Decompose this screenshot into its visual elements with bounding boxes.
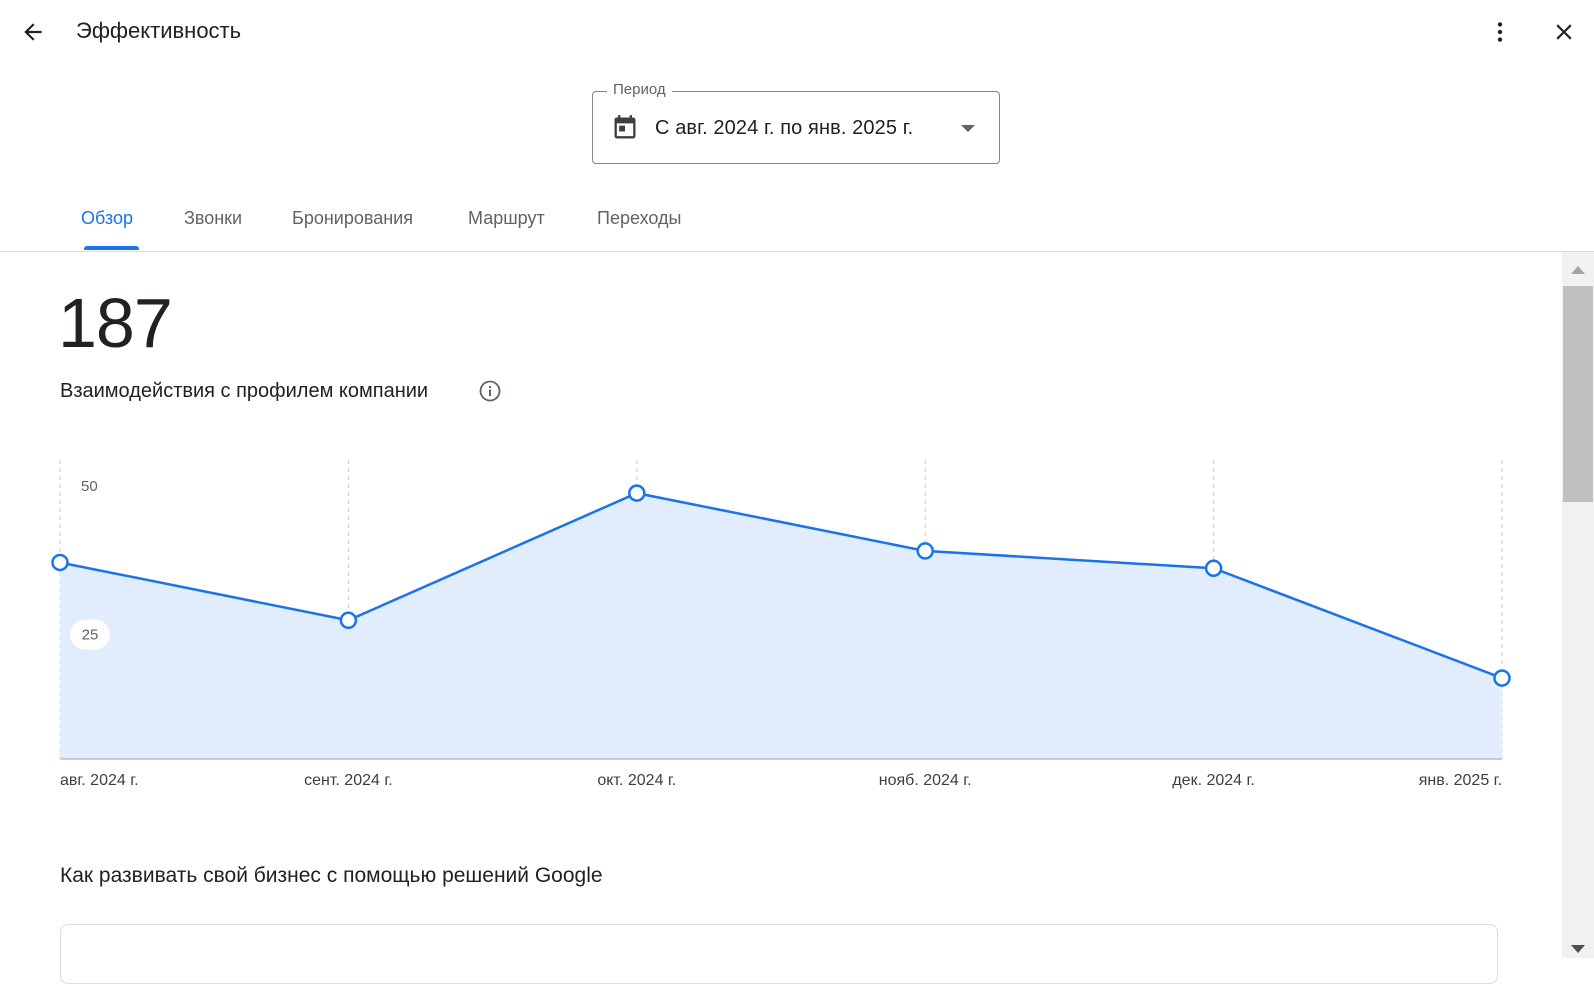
data-point-4 [1204, 559, 1223, 578]
active-tab-indicator [84, 246, 139, 250]
y-tick-label-0: 25 [82, 627, 99, 644]
series-area [60, 493, 1502, 759]
scroll-up-arrow[interactable] [1571, 266, 1585, 274]
page-title: Эффективность [76, 18, 242, 43]
y-tick-label-1: 50 [81, 478, 98, 495]
tab-calls[interactable]: Звонки [184, 208, 242, 229]
data-point-5 [1493, 669, 1511, 687]
tab-bar: Обзор Звонки Бронирования Маршрут Перехо… [0, 196, 1594, 252]
info-icon[interactable] [478, 379, 502, 403]
data-point-2 [628, 484, 646, 502]
tab-website-clicks[interactable]: Переходы [597, 208, 681, 229]
scrollbar-thumb[interactable] [1563, 286, 1593, 502]
section-title: Как развивать свой бизнес с помощью реше… [60, 864, 603, 887]
period-label: Период [607, 81, 672, 98]
data-point-0 [51, 553, 69, 572]
x-tick-label-0: авг. 2024 г. [60, 772, 139, 789]
x-tick-label-1: сент. 2024 г. [304, 772, 393, 789]
tab-overview[interactable]: Обзор [81, 208, 133, 229]
period-select[interactable]: Период С авг. 2024 г. по янв. 2025 г. [592, 81, 1000, 164]
close-button[interactable] [1544, 12, 1584, 52]
more-vert-icon [1497, 22, 1503, 42]
scroll-down-arrow[interactable] [1571, 945, 1585, 953]
arrow-left-icon [24, 23, 42, 41]
back-button[interactable] [13, 12, 53, 52]
top-bar: Эффективность [0, 0, 1594, 64]
tab-directions[interactable]: Маршрут [468, 208, 545, 229]
tab-bookings[interactable]: Бронирования [292, 208, 413, 229]
chevron-down-icon [961, 125, 975, 132]
x-tick-label-5: янв. 2025 г. [1419, 772, 1502, 789]
calendar-icon [614, 115, 636, 139]
x-tick-label-2: окт. 2024 г. [597, 772, 676, 789]
data-point-1 [339, 611, 358, 630]
data-point-3 [916, 542, 934, 560]
more-options-button[interactable] [1480, 12, 1520, 52]
period-value: С авг. 2024 г. по янв. 2025 г. [655, 117, 914, 139]
interactions-chart: 25 50 авг. 2024 г. сент. 2024 г. окт. 2024 г… [51, 460, 1511, 789]
metric-value: 187 [58, 284, 173, 362]
metric-label: Взаимодействия с профилем компании [60, 380, 429, 402]
close-icon [1556, 24, 1572, 40]
x-tick-label-4: дек. 2024 г. [1172, 772, 1255, 789]
x-tick-label-3: нояб. 2024 г. [879, 772, 972, 789]
info-card [60, 924, 1498, 984]
